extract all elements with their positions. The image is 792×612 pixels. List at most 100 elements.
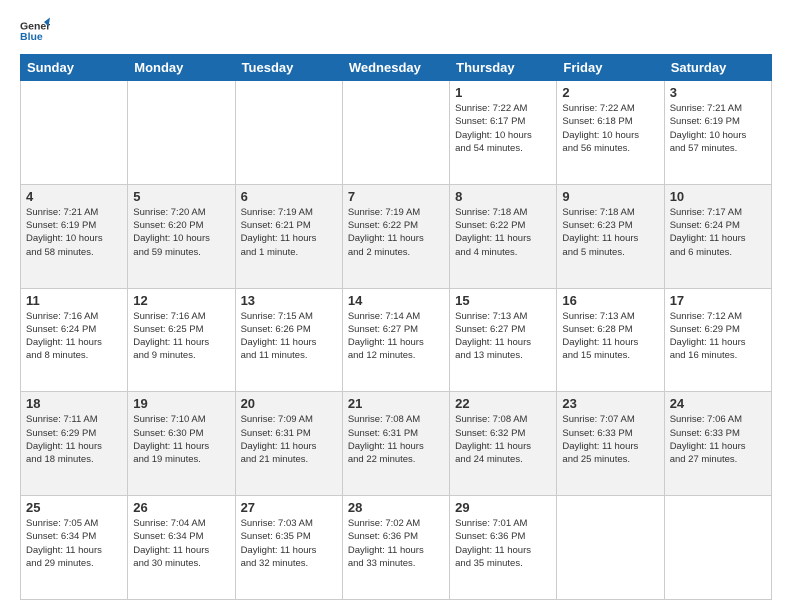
- day-number: 15: [455, 293, 551, 308]
- day-number: 3: [670, 85, 766, 100]
- calendar-cell: 27 Sunrise: 7:03 AMSunset: 6:35 PMDayligh…: [235, 496, 342, 600]
- day-info: Sunrise: 7:11 AMSunset: 6:29 PMDaylight:…: [26, 413, 122, 466]
- day-number: 13: [241, 293, 337, 308]
- day-number: 16: [562, 293, 658, 308]
- weekday-header: Friday: [557, 55, 664, 81]
- calendar-cell: 15 Sunrise: 7:13 AMSunset: 6:27 PMDayligh…: [450, 288, 557, 392]
- calendar-cell: 11 Sunrise: 7:16 AMSunset: 6:24 PMDayligh…: [21, 288, 128, 392]
- day-info: Sunrise: 7:19 AMSunset: 6:22 PMDaylight:…: [348, 206, 444, 259]
- calendar-cell: 17 Sunrise: 7:12 AMSunset: 6:29 PMDayligh…: [664, 288, 771, 392]
- calendar-cell: [128, 81, 235, 185]
- day-number: 7: [348, 189, 444, 204]
- calendar-cell: 3 Sunrise: 7:21 AMSunset: 6:19 PMDaylight…: [664, 81, 771, 185]
- calendar-cell: 18 Sunrise: 7:11 AMSunset: 6:29 PMDayligh…: [21, 392, 128, 496]
- header: General Blue: [20, 16, 772, 46]
- calendar-cell: 22 Sunrise: 7:08 AMSunset: 6:32 PMDayligh…: [450, 392, 557, 496]
- calendar-cell: 7 Sunrise: 7:19 AMSunset: 6:22 PMDaylight…: [342, 184, 449, 288]
- weekday-header: Thursday: [450, 55, 557, 81]
- calendar-cell: 14 Sunrise: 7:14 AMSunset: 6:27 PMDayligh…: [342, 288, 449, 392]
- calendar-cell: 26 Sunrise: 7:04 AMSunset: 6:34 PMDayligh…: [128, 496, 235, 600]
- weekday-header: Tuesday: [235, 55, 342, 81]
- calendar-cell: 8 Sunrise: 7:18 AMSunset: 6:22 PMDaylight…: [450, 184, 557, 288]
- weekday-header: Sunday: [21, 55, 128, 81]
- calendar-cell: [21, 81, 128, 185]
- day-info: Sunrise: 7:18 AMSunset: 6:22 PMDaylight:…: [455, 206, 551, 259]
- day-info: Sunrise: 7:08 AMSunset: 6:31 PMDaylight:…: [348, 413, 444, 466]
- day-number: 24: [670, 396, 766, 411]
- weekday-header: Monday: [128, 55, 235, 81]
- calendar-cell: [342, 81, 449, 185]
- day-info: Sunrise: 7:13 AMSunset: 6:28 PMDaylight:…: [562, 310, 658, 363]
- calendar-cell: 16 Sunrise: 7:13 AMSunset: 6:28 PMDayligh…: [557, 288, 664, 392]
- day-number: 25: [26, 500, 122, 515]
- day-info: Sunrise: 7:04 AMSunset: 6:34 PMDaylight:…: [133, 517, 229, 570]
- day-number: 19: [133, 396, 229, 411]
- logo-icon: General Blue: [20, 16, 50, 46]
- day-number: 20: [241, 396, 337, 411]
- day-number: 6: [241, 189, 337, 204]
- calendar-cell: 23 Sunrise: 7:07 AMSunset: 6:33 PMDayligh…: [557, 392, 664, 496]
- day-info: Sunrise: 7:18 AMSunset: 6:23 PMDaylight:…: [562, 206, 658, 259]
- day-info: Sunrise: 7:21 AMSunset: 6:19 PMDaylight:…: [26, 206, 122, 259]
- day-number: 12: [133, 293, 229, 308]
- day-info: Sunrise: 7:03 AMSunset: 6:35 PMDaylight:…: [241, 517, 337, 570]
- day-number: 5: [133, 189, 229, 204]
- calendar-cell: 9Sunrise: 7:18 AMSunset: 6:23 PMDaylight…: [557, 184, 664, 288]
- day-info: Sunrise: 7:15 AMSunset: 6:26 PMDaylight:…: [241, 310, 337, 363]
- calendar-cell: 19Sunrise: 7:10 AMSunset: 6:30 PMDayligh…: [128, 392, 235, 496]
- day-number: 14: [348, 293, 444, 308]
- calendar-cell: [557, 496, 664, 600]
- day-number: 1: [455, 85, 551, 100]
- day-info: Sunrise: 7:22 AMSunset: 6:17 PMDaylight:…: [455, 102, 551, 155]
- day-number: 4: [26, 189, 122, 204]
- day-number: 11: [26, 293, 122, 308]
- weekday-header: Saturday: [664, 55, 771, 81]
- day-number: 23: [562, 396, 658, 411]
- calendar-cell: 20Sunrise: 7:09 AMSunset: 6:31 PMDayligh…: [235, 392, 342, 496]
- day-info: Sunrise: 7:06 AMSunset: 6:33 PMDaylight:…: [670, 413, 766, 466]
- calendar-cell: 5 Sunrise: 7:20 AMSunset: 6:20 PMDaylight…: [128, 184, 235, 288]
- day-info: Sunrise: 7:19 AMSunset: 6:21 PMDaylight:…: [241, 206, 337, 259]
- calendar-cell: 2 Sunrise: 7:22 AMSunset: 6:18 PMDaylight…: [557, 81, 664, 185]
- day-info: Sunrise: 7:13 AMSunset: 6:27 PMDaylight:…: [455, 310, 551, 363]
- day-info: Sunrise: 7:14 AMSunset: 6:27 PMDaylight:…: [348, 310, 444, 363]
- calendar-cell: 4 Sunrise: 7:21 AMSunset: 6:19 PMDaylight…: [21, 184, 128, 288]
- day-number: 18: [26, 396, 122, 411]
- day-info: Sunrise: 7:16 AMSunset: 6:24 PMDaylight:…: [26, 310, 122, 363]
- day-number: 28: [348, 500, 444, 515]
- svg-text:Blue: Blue: [20, 31, 43, 43]
- calendar-cell: 21Sunrise: 7:08 AMSunset: 6:31 PMDayligh…: [342, 392, 449, 496]
- day-info: Sunrise: 7:12 AMSunset: 6:29 PMDaylight:…: [670, 310, 766, 363]
- day-info: Sunrise: 7:22 AMSunset: 6:18 PMDaylight:…: [562, 102, 658, 155]
- calendar-cell: 13 Sunrise: 7:15 AMSunset: 6:26 PMDayligh…: [235, 288, 342, 392]
- day-info: Sunrise: 7:02 AMSunset: 6:36 PMDaylight:…: [348, 517, 444, 570]
- day-info: Sunrise: 7:17 AMSunset: 6:24 PMDaylight:…: [670, 206, 766, 259]
- calendar-cell: 24 Sunrise: 7:06 AMSunset: 6:33 PMDayligh…: [664, 392, 771, 496]
- calendar-cell: [235, 81, 342, 185]
- day-info: Sunrise: 7:20 AMSunset: 6:20 PMDaylight:…: [133, 206, 229, 259]
- day-number: 29: [455, 500, 551, 515]
- day-info: Sunrise: 7:16 AMSunset: 6:25 PMDaylight:…: [133, 310, 229, 363]
- calendar-cell: 10 Sunrise: 7:17 AMSunset: 6:24 PMDayligh…: [664, 184, 771, 288]
- calendar-cell: 12 Sunrise: 7:16 AMSunset: 6:25 PMDayligh…: [128, 288, 235, 392]
- calendar-cell: [664, 496, 771, 600]
- day-number: 17: [670, 293, 766, 308]
- day-info: Sunrise: 7:07 AMSunset: 6:33 PMDaylight:…: [562, 413, 658, 466]
- calendar-cell: 25 Sunrise: 7:05 AMSunset: 6:34 PMDayligh…: [21, 496, 128, 600]
- day-number: 10: [670, 189, 766, 204]
- day-number: 8: [455, 189, 551, 204]
- calendar-table: SundayMondayTuesdayWednesdayThursdayFrid…: [20, 54, 772, 600]
- calendar-cell: 6 Sunrise: 7:19 AMSunset: 6:21 PMDaylight…: [235, 184, 342, 288]
- day-number: 27: [241, 500, 337, 515]
- calendar-cell: 29 Sunrise: 7:01 AMSunset: 6:36 PMDayligh…: [450, 496, 557, 600]
- day-info: Sunrise: 7:21 AMSunset: 6:19 PMDaylight:…: [670, 102, 766, 155]
- weekday-header: Wednesday: [342, 55, 449, 81]
- day-number: 2: [562, 85, 658, 100]
- day-info: Sunrise: 7:08 AMSunset: 6:32 PMDaylight:…: [455, 413, 551, 466]
- day-info: Sunrise: 7:05 AMSunset: 6:34 PMDaylight:…: [26, 517, 122, 570]
- day-info: Sunrise: 7:01 AMSunset: 6:36 PMDaylight:…: [455, 517, 551, 570]
- day-number: 22: [455, 396, 551, 411]
- calendar-cell: 28 Sunrise: 7:02 AMSunset: 6:36 PMDayligh…: [342, 496, 449, 600]
- day-number: 26: [133, 500, 229, 515]
- logo: General Blue: [20, 16, 54, 46]
